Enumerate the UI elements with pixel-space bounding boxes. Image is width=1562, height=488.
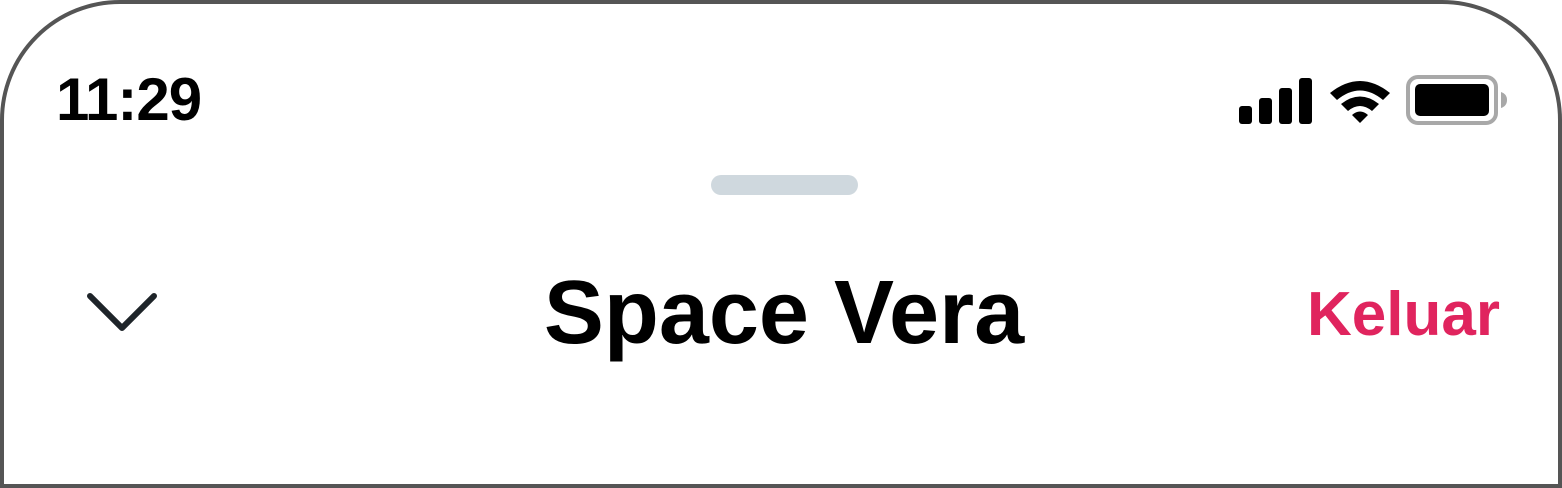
chevron-down-icon	[84, 290, 160, 339]
status-bar: 11:29	[4, 4, 1558, 164]
page-title: Space Vera	[543, 263, 1025, 363]
battery-icon	[1406, 75, 1510, 125]
logout-button[interactable]: Keluar	[1307, 270, 1500, 360]
wifi-icon	[1326, 75, 1394, 125]
cellular-signal-icon	[1238, 76, 1314, 124]
collapse-button[interactable]	[64, 264, 180, 364]
status-time: 11:29	[56, 66, 202, 133]
device-frame: 11:29 Space Vera Keluar	[0, 0, 1562, 488]
status-icons	[1238, 70, 1510, 130]
sheet-grabber-handle[interactable]	[711, 175, 858, 195]
nav-bar: Space Vera Keluar	[4, 234, 1558, 364]
